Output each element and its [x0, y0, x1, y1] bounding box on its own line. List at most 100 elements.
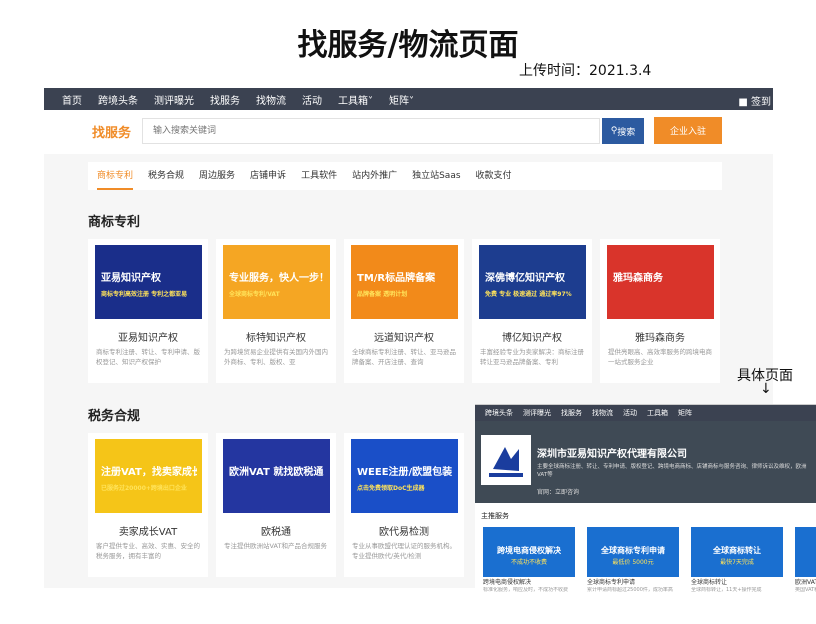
- detail-service-card[interactable]: 全球商标专利申请 最低价 5000元: [587, 527, 679, 577]
- service-card-image: WEEE注册/欧盟包装 点击免费领取DoC生成器: [351, 439, 458, 513]
- service-card-image: 深佛博亿知识产权 免费 专业 极速通过 通过率97%: [479, 245, 586, 319]
- service-card-image-subtext: 已服务过20000+跨境出口企业: [101, 485, 187, 492]
- service-card-title: 欧税通: [261, 527, 291, 538]
- chevron-down-icon: ˅: [409, 95, 414, 107]
- service-card-desc: 专业从事欧盟代理认证的服务机构。专业提供欧代/英代/检测: [352, 542, 456, 560]
- company-intro: 主要全球商标注册、转让、专利申请、版权登记、跨境电商商标、店铺商标与服务咨询、律…: [537, 464, 807, 478]
- tab-tax[interactable]: 税务合规: [148, 162, 184, 190]
- nav-toolbox-label: 工具箱: [338, 95, 368, 107]
- detail-nav-item[interactable]: 测评曝光: [523, 408, 551, 418]
- detail-service-desc: 累计申请商标超过25000件，成功率高: [587, 587, 673, 593]
- service-card[interactable]: 欧洲VAT 就找欧税通 欧税通 专注提供欧洲站VAT和产品合规服务: [216, 433, 336, 577]
- service-card[interactable]: 雅玛森商务 雅玛森商务 提供亮眼高、高效率服务的跨境电商一站式服务企业: [600, 239, 720, 383]
- detail-nav-item[interactable]: 找物流: [592, 408, 613, 418]
- search-button[interactable]: ⚲ 搜索: [602, 118, 644, 144]
- service-card-desc: 客户提供专业、高效、实惠、安全的税务服务，拥有丰富的: [96, 542, 200, 560]
- detail-service-card[interactable]: 全球商标转让 最快7天完成: [691, 527, 783, 577]
- detail-section-title: 主推服务: [481, 512, 509, 520]
- nav-toolbox[interactable]: 工具箱˅: [338, 92, 373, 107]
- search-input[interactable]: [142, 118, 600, 144]
- detail-service-desc: 英国VAT税号: [795, 587, 816, 593]
- section-title-trademark: 商标专利: [88, 215, 141, 230]
- detail-service-title: 全球商标转让: [691, 579, 728, 586]
- service-card[interactable]: WEEE注册/欧盟包装 点击免费领取DoC生成器欧代易检测专业从事欧盟代理认证的服…: [344, 433, 464, 577]
- service-card-title: 远道知识产权: [374, 333, 434, 344]
- signin-label: 签到: [751, 97, 771, 108]
- detail-service-image-text: 全球商标专利申请: [601, 546, 665, 555]
- service-card-title: 标特知识产权: [246, 333, 306, 344]
- top-nav: 首页 跨境头条 测评曝光 找服务 找物流 活动 工具箱˅ 矩阵˅ ■ 签到: [44, 88, 773, 110]
- service-card-title: 博亿知识产权: [502, 333, 562, 344]
- nav-services[interactable]: 找服务: [210, 92, 240, 107]
- search-bar: 找服务 ⚲ 搜索 企业入驻: [44, 110, 773, 154]
- nav-logistics[interactable]: 找物流: [256, 92, 286, 107]
- tab-promotion[interactable]: 站内外推广: [352, 162, 397, 190]
- service-card-image: 注册VAT，找卖家成长已服务过20000+跨境出口企业: [95, 439, 202, 513]
- service-card[interactable]: 专业服务，快人一步！ 全球商标专利/VAT 标特知识产权为跨境贸易企业提供有关国内外…: [216, 239, 336, 383]
- service-card-image-text: 亚易知识产权: [101, 273, 161, 284]
- detail-nav-item[interactable]: 跨境头条: [485, 408, 513, 418]
- service-card-desc: 为跨境贸易企业提供有关国内外国内外商标、专利、版权、亚: [224, 348, 328, 366]
- nav-matrix[interactable]: 矩阵˅: [389, 92, 414, 107]
- service-card-image: 雅玛森商务: [607, 245, 714, 319]
- detail-service-image-subtext: 最低价 5000元: [612, 559, 654, 566]
- service-card-image: 亚易知识产权商标专利高效注册 专利之都亚易: [95, 245, 202, 319]
- nav-events[interactable]: 活动: [302, 92, 322, 107]
- service-card-image: 专业服务，快人一步！ 全球商标专利/VAT: [223, 245, 330, 319]
- service-card-title: 亚易知识产权: [118, 333, 178, 344]
- detail-service-title: 欧洲VAT申: [795, 579, 816, 586]
- service-card-image-subtext: 商标专利高效注册 专利之都亚易: [101, 291, 188, 298]
- service-card[interactable]: 亚易知识产权 商标专利高效注册 专利之都亚易 亚易知识产权 商标专利注册、转让、专利申…: [88, 239, 208, 383]
- service-card[interactable]: TM/R标品牌备案 品牌备案 透明计划 远道知识产权 全球商标专利注册、转让、亚马逊品…: [344, 239, 464, 383]
- tab-appeal[interactable]: 店铺申诉: [250, 162, 286, 190]
- tab-payment[interactable]: 收款支付: [476, 162, 512, 190]
- signin-button[interactable]: ■ 签到: [738, 93, 771, 108]
- nav-news[interactable]: 跨境头条: [98, 92, 138, 107]
- detail-nav: 跨境头条 测评曝光 找服务 找物流 活动 工具箱 矩阵: [475, 405, 816, 421]
- tab-tools[interactable]: 工具软件: [301, 162, 337, 190]
- down-arrow-icon: ↓: [760, 381, 772, 397]
- detail-nav-item[interactable]: 矩阵: [678, 408, 692, 418]
- gift-icon: ■: [738, 97, 751, 108]
- join-button[interactable]: 企业入驻: [654, 117, 722, 144]
- detail-nav-item[interactable]: 找服务: [561, 408, 582, 418]
- detail-service-image-text: 跨境电商侵权解决: [497, 546, 561, 555]
- nav-home[interactable]: 首页: [62, 92, 82, 107]
- service-card-image-subtext: 品牌备案 透明计划: [357, 291, 408, 298]
- nav-reviews[interactable]: 测评曝光: [154, 92, 194, 107]
- service-card-image-text: 雅玛森商务: [613, 273, 663, 284]
- service-card-image-text: 欧洲VAT 就找欧税通: [229, 467, 324, 478]
- tab-trademark[interactable]: 商标专利: [97, 162, 134, 190]
- page-title: 找服务/物流页面: [297, 28, 519, 63]
- detail-service-card[interactable]: 欧洲VAT: [795, 527, 816, 577]
- service-card[interactable]: 注册VAT，找卖家成长 已服务过20000+跨境出口企业 卖家成长VAT 客户提供专业…: [88, 433, 208, 577]
- company-hero: 深圳市亚易知识产权代理有限公司 主要全球商标注册、转让、专利申请、版权登记、跨境…: [475, 421, 816, 503]
- service-card-desc: 提供亮眼高、高效率服务的跨境电商一站式服务企业: [608, 348, 712, 366]
- service-card-image-subtext: 全球商标专利/VAT: [229, 291, 280, 298]
- tab-peripheral[interactable]: 周边服务: [199, 162, 235, 190]
- service-card-image-text: 注册VAT，找卖家成长: [101, 467, 197, 478]
- detail-nav-item[interactable]: 活动: [623, 408, 637, 418]
- search-button-label: 搜索: [617, 127, 636, 138]
- service-card-image-text: TM/R标品牌备案: [357, 273, 436, 284]
- service-card-desc: 丰富经验专业为卖家解决：商标注册转让亚马逊品牌备案、专利: [480, 348, 584, 366]
- company-link[interactable]: 官网：立即咨询: [537, 487, 579, 496]
- category-tabs: 商标专利 税务合规 周边服务 店铺申诉 工具软件 站内外推广 独立站Saas 收…: [88, 162, 722, 190]
- service-card-title: 欧代易检测: [379, 527, 429, 538]
- search-icon: ⚲: [610, 126, 618, 136]
- company-name: 深圳市亚易知识产权代理有限公司: [537, 449, 687, 460]
- nav-matrix-label: 矩阵: [389, 95, 409, 107]
- service-card-image: 欧洲VAT 就找欧税通: [223, 439, 330, 513]
- service-card-image-text: WEEE注册/欧盟包装: [357, 467, 453, 478]
- brand-logo[interactable]: 找服务: [92, 122, 131, 141]
- detail-service-card[interactable]: 跨境电商侵权解决 不成功不收费: [483, 527, 575, 577]
- service-card[interactable]: 深佛博亿知识产权 免费 专业 极速通过 通过率97% 博亿知识产权丰富经验专业为卖家…: [472, 239, 592, 383]
- detail-nav-item[interactable]: 工具箱: [647, 408, 668, 418]
- company-logo: [481, 435, 531, 485]
- service-card-image-text: 专业服务，快人一步！: [229, 273, 325, 284]
- service-card-title: 雅玛森商务: [635, 333, 685, 344]
- detail-service-image-subtext: 不成功不收费: [510, 559, 547, 566]
- tab-saas[interactable]: 独立站Saas: [412, 162, 460, 190]
- upload-time: 上传时间：2021.3.4: [519, 63, 652, 79]
- company-logo-mark: [489, 447, 523, 477]
